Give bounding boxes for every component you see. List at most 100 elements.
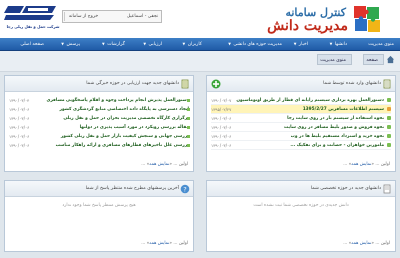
panel-header: دانشهای جدید جهت ارزیابی در حوزه خبرگی ش… (5, 76, 193, 92)
menu-questions[interactable]: پرسش ▼ (61, 38, 80, 51)
panel-footer: اولین ... «نمایش همه» ... (343, 162, 390, 167)
item-date: ۱۳۹۰/۰۳/۰۴ (9, 98, 30, 103)
item-date: ۱۳۹۰/۰۳/۰۶ (211, 143, 232, 148)
item-title: برگزاری کارگاه تخصصی مدیریت بحران در حمل… (63, 116, 189, 121)
item-date: ۱۳۹۰/۰۳/۰۶ (9, 107, 30, 112)
item-title: بررسی جهانی و سنجش کیفیت بازار حمل و نقل… (60, 134, 189, 139)
empty-message: دانش جدیدی در حوزه تخصصی شما ثبت نشده اس… (253, 203, 349, 208)
menu-label: اخبار (298, 42, 308, 47)
item-date: ۱۳۹۰/۰۳/۰۶ (9, 125, 30, 130)
bullet-icon (187, 144, 190, 147)
panel-header: دانشهای وارد شده توسط شما (207, 76, 395, 92)
menu-label: منوی مدیریت (368, 42, 394, 47)
menu-admin[interactable]: منوی مدیریت (368, 38, 394, 51)
panel-header: دانشهای جدید در حوزه تخصصی شما (207, 181, 395, 197)
rail-logo-icon (4, 6, 56, 20)
bullet-icon (387, 143, 391, 147)
list-item[interactable]: نحوه فروش و صدور بلیط مسافر در روی سایت … (211, 123, 391, 132)
panel-footer: اولین ... «نمایش همه» ... (141, 241, 188, 246)
document-icon (181, 79, 189, 89)
bullet-icon (387, 107, 391, 111)
document-icon (383, 79, 391, 89)
add-icon[interactable] (211, 79, 221, 89)
document-icon (383, 184, 391, 194)
menu-evaluation[interactable]: ارزیابی ▼ (143, 38, 162, 51)
list-item[interactable]: ۱۳۹۰/۰۳/۰۶ بررسی علل تاخیرهای قطارهای مس… (9, 142, 190, 150)
knowledge-new-panel: دانشهای جدید در حوزه تخصصی شما دانش جدید… (206, 180, 396, 252)
bullet-icon (387, 134, 391, 138)
item-date: ۱۳۹۰/۰۳/۰۶ (211, 125, 232, 130)
bullet-icon (187, 126, 190, 129)
menu-news[interactable]: اخبار ▼ (294, 38, 308, 51)
menu-label: ارزیابی (148, 42, 163, 47)
puzzle-logo-icon (354, 6, 380, 32)
item-date: ۱۳۹۰/۰۳/۰۶ (9, 116, 30, 121)
breadcrumb-item[interactable]: صفحه (363, 54, 384, 65)
chevron-down-icon: ▼ (61, 42, 64, 46)
footer-label: اولین (380, 241, 390, 246)
item-date: ۱۳۹۰/۰۳/۰۶ (211, 134, 232, 139)
menu-reports[interactable]: گزارشات ▼ (102, 38, 125, 51)
item-title: سیستم اطلاعات مسافرین 1395/2/27 (302, 107, 384, 112)
panel-title: آخرین پرسشهای مطرح شده منتظر پاسخ از شما (85, 186, 179, 191)
chevron-down-icon: ▼ (182, 42, 186, 46)
home-icon[interactable] (386, 55, 395, 64)
list-item[interactable]: ۱۳۹۰/۰۳/۰۶ برگزاری کارگاه تخصصی مدیریت ب… (9, 115, 190, 123)
logout-button[interactable]: خروج از سامانه (64, 12, 102, 21)
empty-message: هیچ پرسش منتظر پاسخ شما وجود ندارد (62, 203, 136, 208)
item-title: بررسی علل تاخیرهای قطارهای مسافری و ارائ… (55, 143, 189, 148)
chevron-down-icon: ▼ (329, 42, 333, 46)
user-box: نجفی - اسماعیل خروج از سامانه (62, 10, 162, 23)
item-title: نحوه استفاده از سیستم بار در روی سایت رج… (287, 116, 384, 121)
list-item[interactable]: دستورالعمل بهره برداری سیستم رایانه ای ق… (211, 96, 391, 105)
show-all-link[interactable]: نمایش همه (149, 162, 169, 167)
item-title: نحوه خرید و استرداد مستقیم بلیط ها در وب (290, 134, 384, 139)
bullet-icon (187, 117, 190, 120)
panel-title: دانشهای جدید در حوزه تخصصی شما (310, 186, 381, 191)
menu-label: پرسش (66, 42, 80, 47)
company-name: شرکت حمل و نقل ریلی رجا (6, 24, 60, 29)
list-item[interactable]: نحوه خرید و استرداد مستقیم بلیط ها در وب… (211, 132, 391, 141)
item-title: ایجاد دسترسی به پایگاه داده اختصاصی مناب… (59, 107, 189, 112)
item-date: ۱۳۹۵/۰۲/۲۷ (211, 107, 232, 112)
panel-footer: اولین ... «نمایش همه» ... (343, 241, 390, 246)
menu-home[interactable]: صفحه اصلی (20, 38, 44, 51)
show-all-link[interactable]: نمایش همه (149, 241, 169, 246)
menu-knowledge-domains[interactable]: مدیریت حوزه های دانشی ▼ (228, 38, 282, 51)
item-title: مامورین خواهران - حضانت و برای تفکیک ... (290, 143, 384, 148)
item-date: ۱۳۹۰/۰۳/۰۷ (211, 98, 232, 103)
svg-text:?: ? (183, 185, 186, 193)
menu-label: مدیریت حوزه های دانشی (233, 42, 282, 47)
item-date: ۱۳۹۰/۰۳/۰۶ (211, 116, 232, 121)
list-item[interactable]: ۱۳۹۰/۰۳/۰۴ دستورالعمل پذیرش انجام پرداخت… (9, 97, 190, 105)
app-logo: کنترل سامانه مدیریت دانش (222, 4, 382, 34)
chevron-down-icon: ▼ (102, 42, 105, 46)
menu-label: گزارشات (107, 42, 125, 47)
bullet-icon (187, 108, 190, 111)
show-all-link[interactable]: نمایش همه (351, 162, 371, 167)
breadcrumb-item[interactable]: منوی مدیریت (317, 54, 352, 65)
list-item[interactable]: نحوه استفاده از سیستم بار در روی سایت رج… (211, 114, 391, 123)
panel-title: دانشهای جدید جهت ارزیابی در حوزه خبرگی ش… (86, 81, 179, 86)
item-title: نحوه فروش و صدور بلیط مسافر در روی سایت (283, 125, 384, 130)
item-title: مقاله بررسی رویکرد در مورد آسیب پذیری در… (79, 125, 189, 130)
list-item[interactable]: ۱۳۹۰/۰۳/۰۶ بررسی جهانی و سنجش کیفیت بازا… (9, 133, 190, 141)
list-item[interactable]: ۱۳۹۰/۰۳/۰۶ مقاله بررسی رویکرد در مورد آس… (9, 124, 190, 132)
company-logo: شرکت حمل و نقل ریلی رجا (4, 4, 60, 32)
menu-knowledge[interactable]: دانشها ▼ (330, 38, 347, 51)
evaluation-panel: دانشهای جدید جهت ارزیابی در حوزه خبرگی ش… (4, 75, 194, 172)
menu-users[interactable]: کاربران ▼ (183, 38, 202, 51)
item-date: ۱۳۹۰/۰۳/۰۶ (9, 143, 30, 148)
show-all-link[interactable]: نمایش همه (351, 241, 371, 246)
panel-header: ? آخرین پرسشهای مطرح شده منتظر پاسخ از ش… (5, 181, 193, 197)
list-item[interactable]: سیستم اطلاعات مسافرین 1395/2/27 ۱۳۹۵/۰۲/… (211, 105, 391, 114)
bullet-icon (187, 135, 190, 138)
questions-panel: ? آخرین پرسشهای مطرح شده منتظر پاسخ از ش… (4, 180, 194, 252)
user-name: نجفی - اسماعیل (126, 14, 158, 19)
breadcrumb: صفحه منوی مدیریت (0, 51, 400, 72)
chevron-down-icon: ▼ (293, 42, 297, 46)
list-item[interactable]: ۱۳۹۰/۰۳/۰۶ ایجاد دسترسی به پایگاه داده ا… (9, 106, 190, 114)
footer-label: اولین (178, 241, 188, 246)
list-item[interactable]: مامورین خواهران - حضانت و برای تفکیک ...… (211, 141, 391, 150)
chevron-down-icon: ▼ (143, 42, 147, 46)
